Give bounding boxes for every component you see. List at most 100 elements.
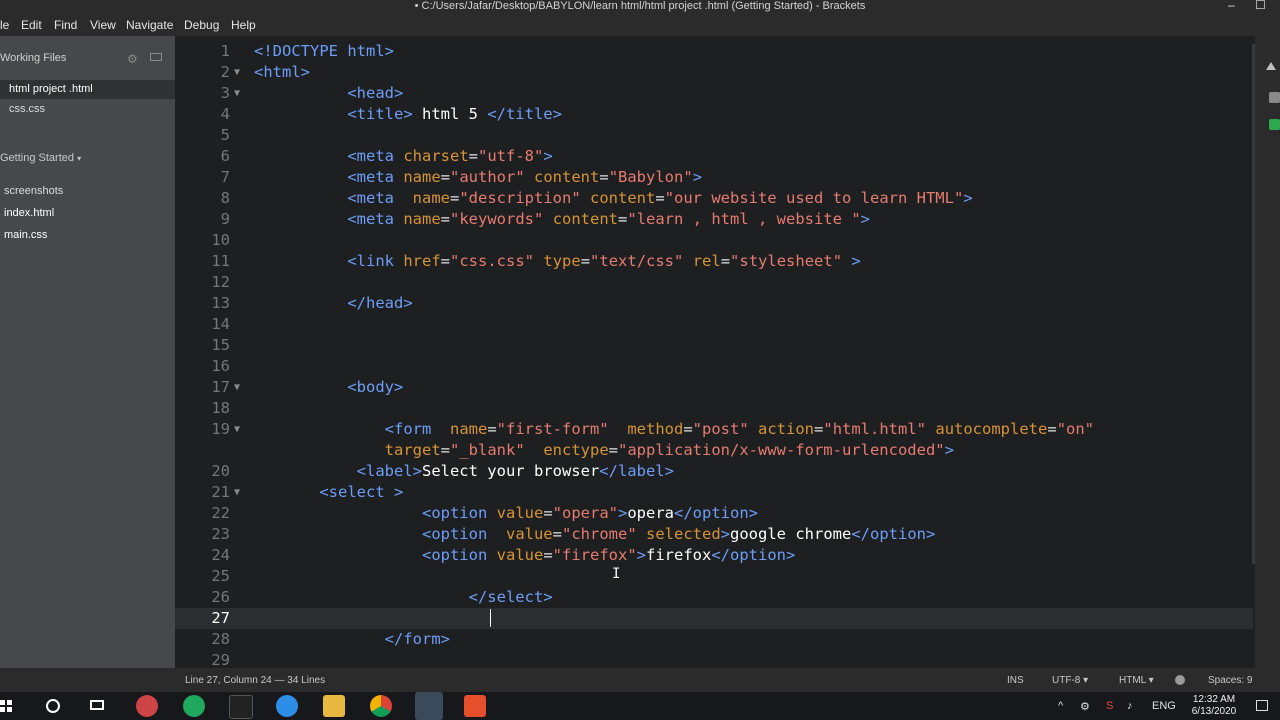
line-number: 22 xyxy=(211,504,230,522)
line-number: 13 xyxy=(211,294,230,312)
code-line[interactable]: <!DOCTYPE html> xyxy=(254,42,394,60)
maximize-button[interactable]: ☐ xyxy=(1255,0,1266,12)
line-number: 10 xyxy=(211,231,230,249)
extension-manager-icon[interactable] xyxy=(1269,92,1280,103)
notification-icon[interactable] xyxy=(1256,700,1268,711)
code-line[interactable]: <title> html 5 </title> xyxy=(254,105,562,123)
line-number: 9 xyxy=(220,210,230,228)
code-line[interactable]: <option value="opera">opera</option> xyxy=(254,504,758,522)
app-icon-1[interactable] xyxy=(136,695,158,717)
menu-view[interactable]: View xyxy=(90,17,116,33)
line-number: 18 xyxy=(211,399,230,417)
line-number: 5 xyxy=(220,126,230,144)
tree-file-main-css[interactable]: main.css xyxy=(4,229,47,241)
folder-icon[interactable] xyxy=(323,695,345,717)
line-number: 21 xyxy=(211,483,230,501)
code-line[interactable]: <meta name="keywords" content="learn , h… xyxy=(254,210,870,228)
windows-start-icon[interactable] xyxy=(0,700,12,712)
chevron-down-icon: ▾ xyxy=(1148,675,1154,686)
encoding-label: UTF-8 xyxy=(1052,675,1081,686)
fold-arrow-icon[interactable]: ▼ xyxy=(234,88,240,99)
terminal-icon[interactable] xyxy=(229,695,253,719)
code-editor[interactable]: 1 <!DOCTYPE html> 2 ▼ <html> 3 ▼ <head> 4 <titl… xyxy=(175,36,1255,668)
search-icon[interactable] xyxy=(46,699,60,713)
code-line[interactable]: <meta name="description" content="our we… xyxy=(254,189,972,207)
menu-help[interactable]: Help xyxy=(231,17,256,33)
brackets-icon[interactable] xyxy=(415,692,443,720)
fold-arrow-icon[interactable]: ▼ xyxy=(234,424,240,435)
menu-edit[interactable]: Edit xyxy=(21,17,42,33)
code-line[interactable]: <option value="chrome" selected>google c… xyxy=(254,525,935,543)
fold-arrow-icon[interactable]: ▼ xyxy=(234,382,240,393)
clock-time: 12:32 AM xyxy=(1192,694,1236,705)
menu-find[interactable]: Find xyxy=(54,17,77,33)
code-line[interactable]: <form name="first-form" method="post" ac… xyxy=(254,420,1094,438)
tree-file-index[interactable]: index.html xyxy=(4,207,54,219)
line-number: 27 xyxy=(211,609,230,627)
active-line-highlight xyxy=(175,608,1253,629)
line-number: 28 xyxy=(211,630,230,648)
project-dropdown[interactable]: Getting Started ▾ xyxy=(0,152,81,164)
menu-debug[interactable]: Debug xyxy=(184,17,219,33)
git-icon[interactable] xyxy=(1269,119,1280,130)
working-file[interactable]: css.css xyxy=(9,103,45,115)
line-number: 19 xyxy=(211,420,230,438)
indent-spaces[interactable]: Spaces: 9 xyxy=(1208,675,1252,686)
line-number: 4 xyxy=(220,105,230,123)
code-line[interactable]: <link href="css.css" type="text/css" rel… xyxy=(254,252,860,270)
minimize-button[interactable]: – xyxy=(1228,0,1235,12)
fold-arrow-icon[interactable]: ▼ xyxy=(234,67,240,78)
sublime-icon[interactable] xyxy=(464,695,486,717)
code-line[interactable]: </form> xyxy=(254,630,450,648)
code-line[interactable]: </select> xyxy=(254,588,553,606)
project-title: Getting Started xyxy=(0,152,74,164)
code-line[interactable]: <meta charset="utf-8"> xyxy=(254,147,552,165)
line-number: 29 xyxy=(211,651,230,668)
menu-file[interactable]: le xyxy=(0,17,9,33)
gear-icon[interactable]: ⚙ xyxy=(127,52,138,66)
antivirus-icon[interactable]: S xyxy=(1106,700,1113,712)
taskbar: ^ ⚙ S ♪ ENG 12:32 AM 6/13/2020 xyxy=(0,692,1280,720)
language-indicator[interactable]: ENG xyxy=(1152,700,1176,712)
menu-navigate[interactable]: Navigate xyxy=(126,17,173,33)
line-number: 6 xyxy=(220,147,230,165)
tray-chevron-icon[interactable]: ^ xyxy=(1058,700,1063,712)
fold-arrow-icon[interactable]: ▼ xyxy=(234,487,240,498)
live-preview-icon[interactable] xyxy=(1266,62,1276,70)
telegram-icon[interactable] xyxy=(276,695,298,717)
split-view-icon[interactable] xyxy=(150,53,162,61)
code-line[interactable]: <meta name="author" content="Babylon"> xyxy=(254,168,702,186)
language-select[interactable]: HTML ▾ xyxy=(1119,675,1154,686)
mouse-ibeam-icon: I xyxy=(612,566,621,582)
window-title: • C:/Users/Jafar/Desktop/BABYLON/learn h… xyxy=(414,0,866,12)
sidebar: Working Files ⚙ html project .html css.c… xyxy=(0,36,175,668)
code-line[interactable]: <label>Select your browser</label> xyxy=(254,462,674,480)
code-line[interactable]: <select > xyxy=(254,483,403,501)
code-line[interactable]: <html> xyxy=(254,63,310,81)
line-number: 23 xyxy=(211,525,230,543)
cursor-position: Line 27, Column 24 — 34 Lines xyxy=(185,675,326,686)
task-view-icon[interactable] xyxy=(90,700,104,710)
working-file-label: html project .html xyxy=(9,83,93,95)
chrome-icon[interactable] xyxy=(370,695,392,717)
line-number: 7 xyxy=(220,168,230,186)
edge-icon[interactable] xyxy=(183,695,205,717)
linter-status-icon[interactable] xyxy=(1175,675,1185,685)
insert-mode[interactable]: INS xyxy=(1007,675,1024,686)
text-caret xyxy=(490,609,491,627)
line-number: 1 xyxy=(220,42,230,60)
working-file-active[interactable]: html project .html xyxy=(0,80,175,99)
code-line[interactable]: target="_blank" enctype="application/x-w… xyxy=(254,441,954,459)
tree-folder-screenshots[interactable]: screenshots xyxy=(4,185,63,197)
code-line[interactable]: <head> xyxy=(254,84,403,102)
network-icon[interactable]: ⚙ xyxy=(1080,700,1090,713)
line-number: 17 xyxy=(211,378,230,396)
code-line[interactable]: <body> xyxy=(254,378,403,396)
encoding-select[interactable]: UTF-8 ▾ xyxy=(1052,675,1088,686)
code-line[interactable]: </head> xyxy=(254,294,412,312)
volume-icon[interactable]: ♪ xyxy=(1127,700,1133,712)
line-number: 3 xyxy=(220,84,230,102)
code-line[interactable]: <option value="firefox">firefox</option> xyxy=(254,546,795,564)
line-number: 26 xyxy=(211,588,230,606)
clock[interactable]: 12:32 AM 6/13/2020 xyxy=(1188,694,1240,718)
